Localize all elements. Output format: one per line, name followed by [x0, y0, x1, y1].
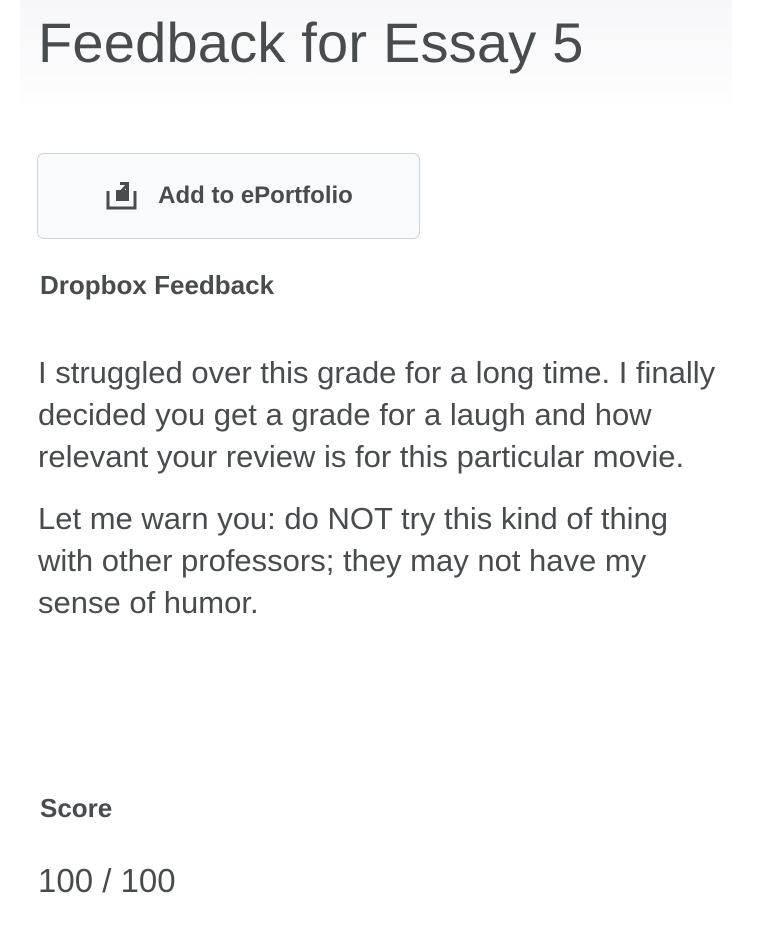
page-title: Feedback for Essay 5: [38, 11, 584, 74]
feedback-body: I struggled over this grade for a long t…: [38, 352, 728, 644]
feedback-heading: Dropbox Feedback: [40, 270, 275, 300]
score-value: 100 / 100: [38, 862, 176, 899]
score-heading: Score: [40, 793, 113, 823]
add-to-eportfolio-button[interactable]: Add to ePortfolio: [37, 153, 420, 239]
feedback-paragraph: I struggled over this grade for a long t…: [38, 355, 716, 474]
add-to-eportfolio-label: Add to ePortfolio: [158, 182, 353, 209]
feedback-paragraph: Let me warn you: do NOT try this kind of…: [38, 501, 669, 620]
add-to-portfolio-icon: [104, 179, 140, 213]
